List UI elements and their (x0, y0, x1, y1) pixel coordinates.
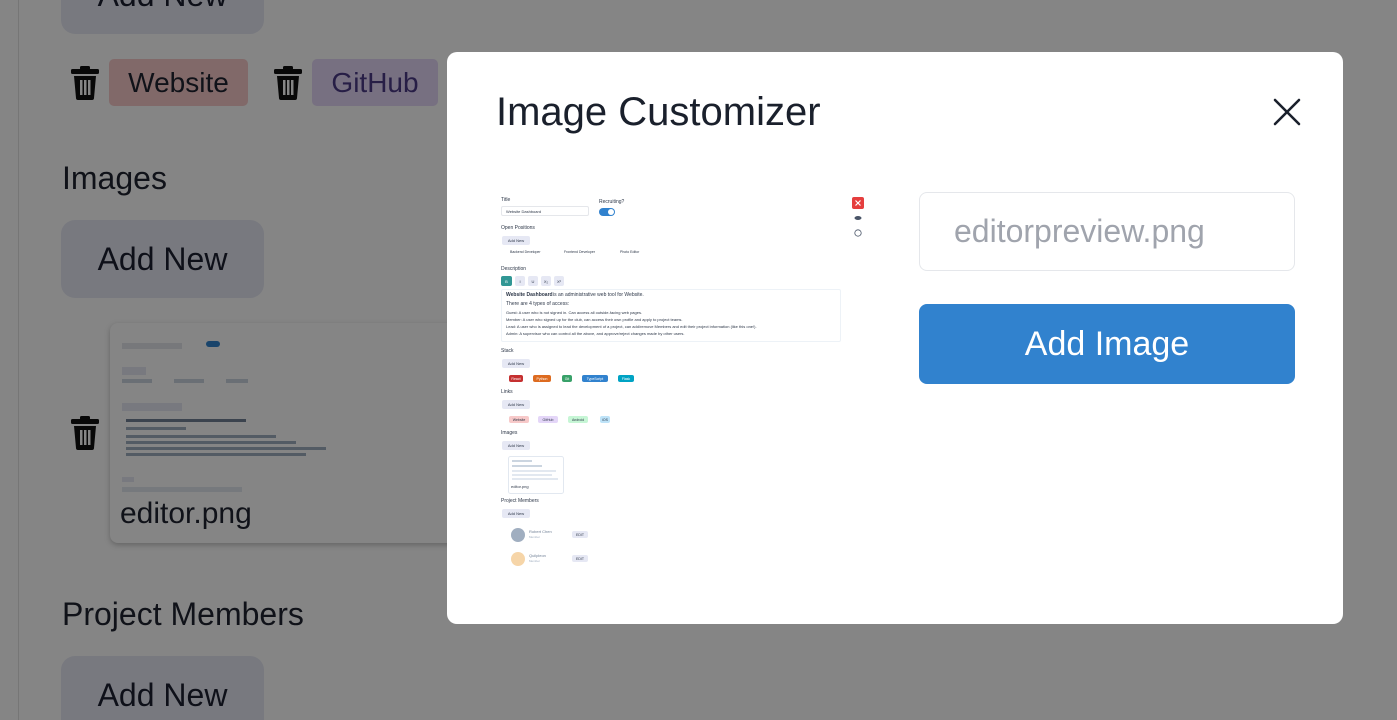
preview-recruiting-label: Recruiting? (599, 199, 625, 205)
image-customizer-modal: Image Customizer Title Website Dashboard… (447, 52, 1343, 624)
preview-bold-button: B (501, 276, 512, 286)
preview-add-new-button: Add New (502, 441, 530, 450)
preview-member-role: Member (529, 559, 541, 563)
preview-stack-chip: Git (562, 375, 572, 382)
preview-link-chip: Android (568, 416, 588, 423)
preview-member-badge: EDIT (572, 555, 588, 562)
image-preview: Title Website Dashboard Recruiting? Open… (496, 193, 870, 576)
preview-stack-label: Stack (501, 348, 514, 354)
preview-add-new-button: Add New (502, 236, 530, 245)
preview-position: Frontend Developer (564, 250, 595, 254)
preview-avatar (511, 528, 525, 542)
preview-underline-button: U (528, 276, 538, 286)
preview-member-name: Robert Chen (529, 529, 552, 534)
preview-link-chip: GitHub (538, 416, 558, 423)
preview-desc-text: is an administrative web tool for Websit… (553, 292, 644, 298)
preview-image-caption: editor.png (511, 484, 529, 489)
preview-delete-icon (852, 197, 864, 209)
preview-desc-text: Lead: A user who is assigned to lead the… (506, 324, 757, 329)
preview-stack-chip: Flask (618, 375, 634, 382)
preview-eye-icon (854, 216, 862, 220)
preview-add-new-button: Add New (502, 509, 530, 518)
preview-avatar (511, 552, 525, 566)
preview-member-role: Member (529, 535, 541, 539)
preview-desc-bold: Website Dashboard (506, 292, 553, 298)
preview-stack-chip: Python (533, 375, 551, 382)
preview-desc-text: Admin: A supervisor who can control all … (506, 331, 685, 336)
preview-add-new-button: Add New (502, 400, 530, 409)
preview-title-label: Title (501, 197, 511, 203)
preview-member-name: Quilpleon (529, 553, 546, 558)
preview-italic-button: I (515, 276, 525, 286)
preview-member-badge: EDIT (572, 531, 588, 538)
preview-stack-chip: React (509, 375, 523, 382)
preview-info-icon (854, 229, 862, 237)
preview-desc-text: Guest: A user who is not signed in. Can … (506, 310, 643, 315)
preview-add-new-button: Add New (502, 359, 530, 368)
preview-position: Backend Developer (510, 250, 541, 254)
preview-desc-text: There are 4 types of access: (506, 301, 570, 307)
preview-desc-text: Member: A user who signed up for the clu… (506, 317, 683, 322)
image-filename-input[interactable] (919, 192, 1295, 271)
preview-position: Photo Editor (620, 250, 640, 254)
preview-links-label: Links (501, 389, 513, 395)
preview-link-chip: Website (509, 416, 529, 423)
add-image-button[interactable]: Add Image (919, 304, 1295, 384)
preview-stack-chip: TypeScript (582, 375, 608, 382)
preview-members-label: Project Members (501, 498, 539, 504)
preview-description-label: Description (501, 266, 527, 272)
preview-subscript-button: X₂ (541, 276, 551, 286)
preview-open-positions-label: Open Positions (501, 225, 535, 231)
modal-title: Image Customizer (496, 90, 821, 134)
preview-toggle-icon (599, 208, 615, 216)
preview-title-input: Website Dashboard (501, 206, 589, 216)
close-icon[interactable] (1271, 96, 1303, 128)
preview-link-chip: iOS (600, 416, 610, 423)
preview-images-label: Images (501, 430, 518, 436)
preview-superscript-button: X² (554, 276, 564, 286)
